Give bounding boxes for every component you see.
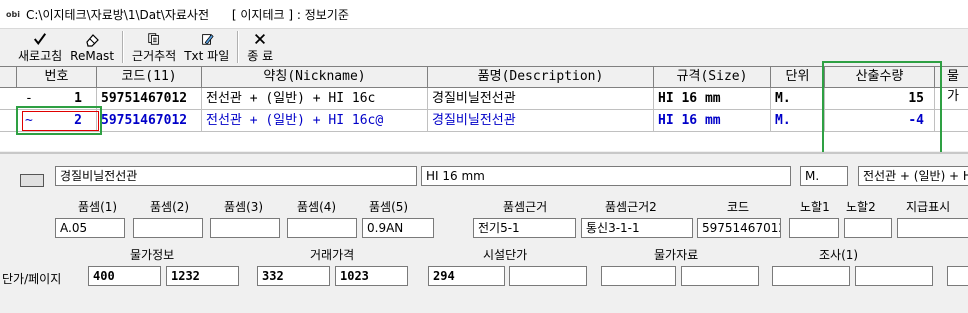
eraser-icon <box>86 34 99 47</box>
header-code[interactable]: 코드(11) <box>97 67 202 87</box>
label-pay: 지급표시 <box>906 200 951 214</box>
p4-field[interactable] <box>287 218 357 238</box>
unit-field[interactable]: M. <box>800 166 848 186</box>
label-basis2: 품셈근거2 <box>605 200 657 214</box>
window-title: C:\이지테크\자료방\1\Dat\자료사전 [ 이지테크 ] : 정보기준 <box>26 7 349 22</box>
label-p4: 품셈(4) <box>297 200 337 214</box>
refresh-button[interactable]: 새로고침 <box>14 28 66 64</box>
pencil-note-icon <box>201 34 214 45</box>
p3-field[interactable] <box>210 218 280 238</box>
label-facility-price: 시설단가 <box>483 248 528 262</box>
basis-trace-label: 근거추적 <box>132 49 177 63</box>
remast-button[interactable]: ReMast <box>66 28 118 64</box>
header-number[interactable]: 번호 <box>17 67 97 87</box>
toolbar-separator <box>237 31 240 63</box>
label-p3: 품셈(3) <box>224 200 264 214</box>
label-p2: 품셈(2) <box>150 200 190 214</box>
size-field[interactable]: HI 16 mm <box>421 166 791 186</box>
remast-label: ReMast <box>70 49 115 63</box>
survey-page-field[interactable] <box>855 266 933 286</box>
row-unit[interactable]: M. <box>771 88 825 109</box>
label-code: 코드 <box>727 200 750 214</box>
label-labor1: 노할1 <box>800 200 830 214</box>
refresh-label: 새로고침 <box>18 49 63 63</box>
p5-field[interactable]: 0.9AN <box>362 218 434 238</box>
toolbar-separator <box>122 31 125 63</box>
checkmark-icon <box>34 33 47 45</box>
label-labor2: 노할2 <box>846 200 876 214</box>
basis2-field[interactable]: 통신3-1-1 <box>581 218 693 238</box>
documents-icon <box>148 33 159 45</box>
detail-panel: 경질비닐전선관 HI 16 mm M. 전선관 + (일반) + H 품셈(1)… <box>0 152 968 313</box>
price-data-page-field[interactable] <box>681 266 759 286</box>
row-description[interactable]: 경질비닐전선관 <box>428 110 654 131</box>
header-unit[interactable]: 단위 <box>771 67 825 87</box>
label-basis: 품셈근거 <box>503 200 548 214</box>
pay-field[interactable] <box>897 218 968 238</box>
txt-file-label: Txt 파일 <box>184 49 230 63</box>
app-icon: obi <box>6 9 20 19</box>
description-field[interactable]: 경질비닐전선관 <box>55 166 417 186</box>
header-size[interactable]: 규격(Size) <box>654 67 771 87</box>
row-description[interactable]: 경질비닐전선관 <box>428 88 654 109</box>
row-nickname[interactable]: 전선관 + (일반) + HI 16c@ <box>202 110 428 131</box>
trade-price-field[interactable]: 332 <box>257 266 330 286</box>
label-unit-page: 단가/페이지 <box>2 272 62 286</box>
labor1-field[interactable] <box>789 218 839 238</box>
row-nickname[interactable]: 전선관 + (일반) + HI 16c <box>202 88 428 109</box>
row-size[interactable]: HI 16 mm <box>654 88 771 109</box>
price-info-field[interactable]: 400 <box>88 266 161 286</box>
basis-field[interactable]: 전기5-1 <box>473 218 576 238</box>
row-size[interactable]: HI 16 mm <box>654 110 771 131</box>
labor2-field[interactable] <box>844 218 892 238</box>
row-code[interactable]: 59751467012 <box>97 110 202 131</box>
header-nickname[interactable]: 약칭(Nickname) <box>202 67 428 87</box>
label-survey: 조사(1) <box>819 248 859 262</box>
number-highlight-box <box>16 106 102 135</box>
row-code[interactable]: 59751467012 <box>97 88 202 109</box>
row-unit[interactable]: M. <box>771 110 825 131</box>
nickname-field[interactable]: 전선관 + (일반) + H <box>858 166 968 186</box>
code-field[interactable]: 59751467012 <box>697 218 781 238</box>
facility-page-field[interactable] <box>509 266 587 286</box>
txt-file-button[interactable]: Txt 파일 <box>180 28 233 64</box>
extra-field[interactable] <box>947 266 968 286</box>
price-data-field[interactable] <box>601 266 676 286</box>
exit-label: 종 료 <box>247 49 274 63</box>
label-price-data: 물가자료 <box>654 248 699 262</box>
label-price-info: 물가정보 <box>130 248 175 262</box>
item-grid: 번호 코드(11) 약칭(Nickname) 품명(Description) 규… <box>0 61 968 156</box>
basis-trace-button[interactable]: 근거추적 <box>128 28 180 64</box>
exit-button[interactable]: 종 료 <box>243 28 277 64</box>
title-bar: obi C:\이지테크\자료방\1\Dat\자료사전 [ 이지테크 ] : 정보… <box>0 0 968 29</box>
facility-price-field[interactable]: 294 <box>428 266 505 286</box>
survey-field[interactable] <box>772 266 850 286</box>
p1-field[interactable]: A.05 <box>55 218 125 238</box>
record-indicator-icon <box>20 174 44 187</box>
label-p1: 품셈(1) <box>78 200 118 214</box>
close-icon <box>255 34 266 44</box>
label-trade-price: 거래가격 <box>310 248 355 262</box>
label-p5: 품셈(5) <box>369 200 409 214</box>
p2-field[interactable] <box>133 218 203 238</box>
quantity-highlight-box <box>822 61 942 156</box>
header-description[interactable]: 품명(Description) <box>428 67 654 87</box>
header-corner <box>0 67 17 87</box>
trade-page-field[interactable]: 1023 <box>335 266 408 286</box>
price-page-field[interactable]: 1232 <box>166 266 239 286</box>
